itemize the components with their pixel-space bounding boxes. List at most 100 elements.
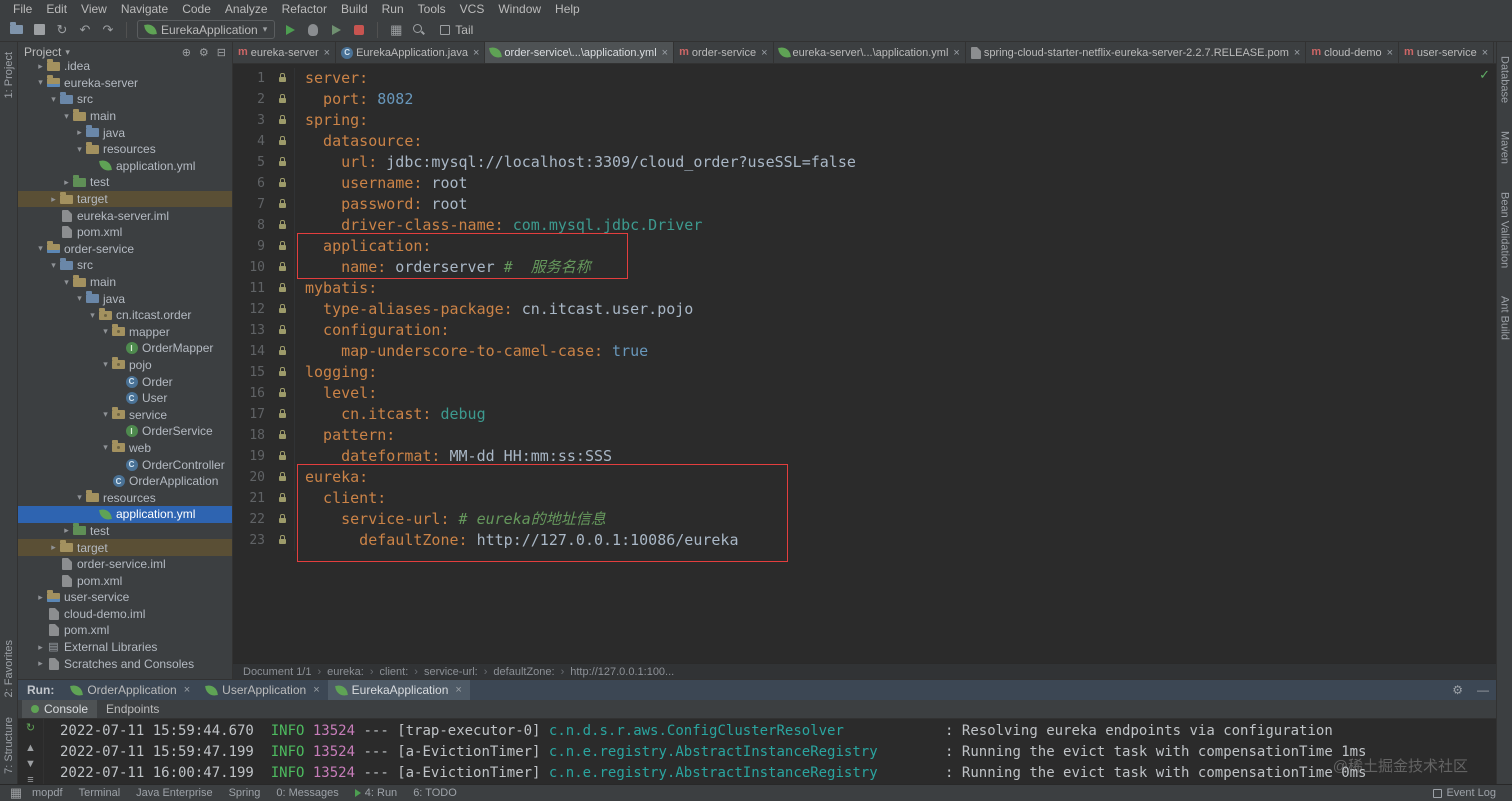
tree-item-orderservice[interactable]: I OrderService: [18, 423, 232, 440]
tool-button-7-structure[interactable]: 7: Structure: [3, 717, 15, 774]
status-item-spring[interactable]: Spring: [221, 787, 269, 799]
menu-item-edit[interactable]: Edit: [39, 2, 74, 16]
coverage-button[interactable]: [328, 22, 344, 38]
open-folder-icon[interactable]: [8, 22, 24, 38]
tree-item-pom-xml[interactable]: pom.xml: [18, 224, 232, 241]
tool-button-bean-validation[interactable]: Bean Validation: [1499, 192, 1511, 268]
tree-item-eureka-server[interactable]: ▾ eureka-server: [18, 75, 232, 92]
tree-item-ordermapper[interactable]: I OrderMapper: [18, 340, 232, 357]
tree-arrow[interactable]: ▾: [35, 243, 46, 254]
tree-arrow[interactable]: ▸: [61, 177, 72, 188]
redo-icon[interactable]: ↷: [100, 22, 116, 38]
close-icon[interactable]: ×: [455, 684, 461, 696]
tree-item-application-yml[interactable]: application.yml: [18, 158, 232, 175]
tree-item-user-service[interactable]: ▸ user-service: [18, 589, 232, 606]
breadcrumb-item-document-1-1[interactable]: Document 1/1: [243, 666, 311, 678]
tree-item-pojo[interactable]: ▾ pojo: [18, 357, 232, 374]
rerun-icon[interactable]: ↻: [26, 722, 35, 734]
console-view-tab-endpoints[interactable]: Endpoints: [97, 700, 168, 718]
debug-button[interactable]: [305, 22, 321, 38]
breadcrumb-item-eureka[interactable]: eureka:: [327, 666, 364, 678]
status-item-event-log[interactable]: Event Log: [1425, 787, 1504, 799]
run-tab-orderapplication[interactable]: OrderApplication ×: [63, 680, 198, 700]
close-icon[interactable]: ×: [662, 47, 668, 59]
tree-arrow[interactable]: ▸: [48, 542, 59, 553]
run-button[interactable]: [282, 22, 298, 38]
tree-item-pom-xml[interactable]: pom.xml: [18, 572, 232, 589]
status-item-terminal[interactable]: Terminal: [71, 787, 129, 799]
tree-arrow[interactable]: ▸: [48, 194, 59, 205]
tree-arrow[interactable]: ▾: [48, 260, 59, 271]
tree-item-target[interactable]: ▸ target: [18, 190, 232, 208]
tree-arrow[interactable]: ▾: [87, 310, 98, 321]
status-item-mopdf[interactable]: mopdf: [24, 787, 71, 799]
close-icon[interactable]: ×: [313, 684, 319, 696]
tree-arrow[interactable]: ▸: [35, 61, 46, 72]
undo-icon[interactable]: ↶: [77, 22, 93, 38]
tree-arrow[interactable]: ▾: [74, 293, 85, 304]
scroll-up-icon[interactable]: ▲: [25, 742, 36, 754]
menu-item-window[interactable]: Window: [491, 2, 548, 16]
scroll-down-icon[interactable]: ▼: [25, 758, 36, 770]
console-view-tab-console[interactable]: Console: [22, 700, 98, 718]
menu-item-run[interactable]: Run: [375, 2, 411, 16]
tree-item-idea[interactable]: ▸ .idea: [18, 58, 232, 75]
tree-item-src[interactable]: ▾ src: [18, 257, 232, 274]
close-icon[interactable]: ×: [1482, 47, 1488, 59]
menu-item-navigate[interactable]: Navigate: [114, 2, 175, 16]
tree-item-java[interactable]: ▾ java: [18, 290, 232, 307]
tree-item-service[interactable]: ▾ service: [18, 406, 232, 423]
tree-arrow[interactable]: ▾: [100, 326, 111, 337]
menu-item-help[interactable]: Help: [548, 2, 587, 16]
tree-item-ordercontroller[interactable]: C OrderController: [18, 456, 232, 473]
tree-item-test[interactable]: ▸ test: [18, 174, 232, 191]
save-all-icon[interactable]: [31, 22, 47, 38]
search-everywhere-icon[interactable]: [411, 22, 427, 38]
tree-item-external-libraries[interactable]: ▸ ▤ External Libraries: [18, 639, 232, 656]
tree-item-eureka-server-iml[interactable]: eureka-server.iml: [18, 207, 232, 224]
tree-item-src[interactable]: ▾ src: [18, 91, 232, 108]
status-item-4-run[interactable]: 4: Run: [347, 787, 405, 799]
breadcrumb-item-defaultzone[interactable]: defaultZone:: [493, 666, 554, 678]
locate-icon[interactable]: ⊕: [182, 46, 191, 59]
tree-item-user[interactable]: C User: [18, 390, 232, 407]
close-icon[interactable]: ×: [1387, 47, 1393, 59]
status-item-6-todo[interactable]: 6: TODO: [405, 787, 465, 799]
menu-item-vcs[interactable]: VCS: [453, 2, 492, 16]
close-icon[interactable]: ×: [184, 684, 190, 696]
tree-item-orderapplication[interactable]: C OrderApplication: [18, 473, 232, 490]
run-configuration-combo[interactable]: EurekaApplication ▾: [137, 20, 276, 39]
menu-item-analyze[interactable]: Analyze: [218, 2, 275, 16]
tree-item-web[interactable]: ▾ web: [18, 440, 232, 457]
breadcrumb-item-client[interactable]: client:: [380, 666, 409, 678]
editor-tab-order-service-application-yml[interactable]: order-service\...\application.yml ×: [485, 42, 675, 63]
tree-arrow[interactable]: ▾: [48, 94, 59, 105]
tree-arrow[interactable]: ▾: [35, 77, 46, 88]
tree-arrow[interactable]: ▸: [35, 658, 46, 669]
breadcrumb-item-http-127-0-0-1-100[interactable]: http://127.0.0.1:100...: [570, 666, 674, 678]
tree-arrow[interactable]: ▾: [74, 492, 85, 503]
tree-arrow[interactable]: ▸: [74, 127, 85, 138]
tree-item-main[interactable]: ▾ main: [18, 108, 232, 125]
tree-item-pom-xml[interactable]: pom.xml: [18, 622, 232, 639]
editor-tab-user-service[interactable]: m user-service ×: [1399, 42, 1495, 63]
sync-icon[interactable]: ↻: [54, 22, 70, 38]
tree-item-application-yml[interactable]: application.yml: [18, 506, 232, 523]
tree-item-java[interactable]: ▸ java: [18, 124, 232, 141]
tree-item-mapper[interactable]: ▾ mapper: [18, 324, 232, 341]
status-item-java-enterprise[interactable]: Java Enterprise: [128, 787, 220, 799]
tree-item-cloud-demo-iml[interactable]: cloud-demo.iml: [18, 606, 232, 623]
gear-icon[interactable]: ⚙: [1445, 680, 1470, 700]
tree-item-cn-itcast-order[interactable]: ▾ cn.itcast.order: [18, 307, 232, 324]
editor-tab-eureka-server-application-yml[interactable]: eureka-server\...\application.yml ×: [774, 42, 966, 63]
menu-item-refactor[interactable]: Refactor: [275, 2, 334, 16]
tree-item-main[interactable]: ▾ main: [18, 274, 232, 291]
tree-item-order[interactable]: C Order: [18, 373, 232, 390]
close-icon[interactable]: ×: [473, 47, 479, 59]
tree-arrow[interactable]: ▾: [100, 409, 111, 420]
tree-item-resources[interactable]: ▾ resources: [18, 141, 232, 158]
close-icon[interactable]: ×: [953, 47, 959, 59]
close-icon[interactable]: ×: [761, 47, 767, 59]
inspection-ok-icon[interactable]: ✓: [1479, 67, 1490, 83]
tool-button-2-favorites[interactable]: 2: Favorites: [3, 640, 15, 697]
